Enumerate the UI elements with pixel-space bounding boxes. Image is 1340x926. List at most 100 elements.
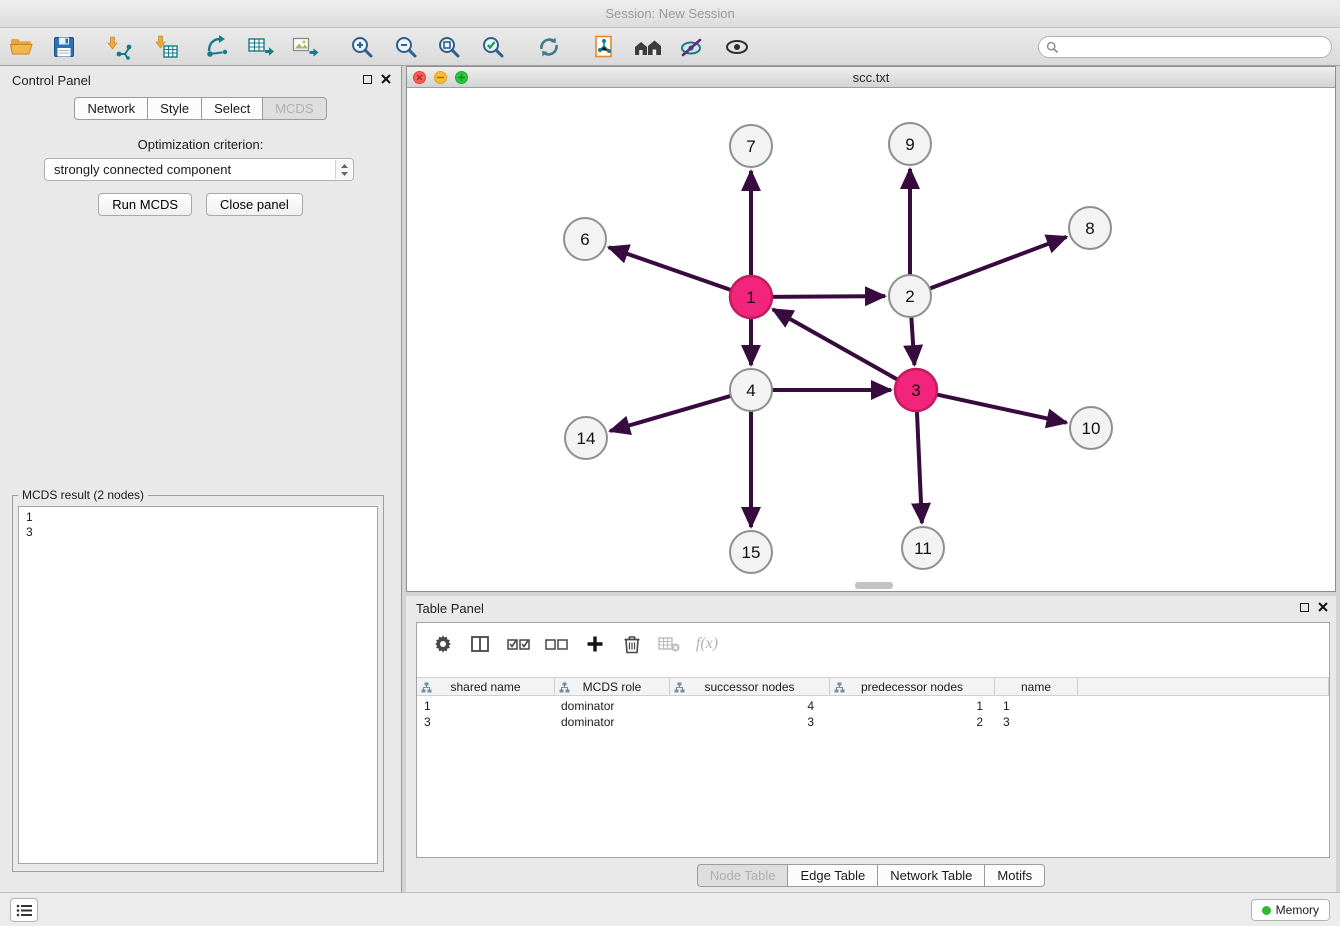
table-row[interactable]: 3 dominator 3 2 3 bbox=[417, 715, 1329, 731]
criterion-dropdown[interactable]: strongly connected component bbox=[44, 158, 354, 181]
refresh-layout-button[interactable] bbox=[533, 32, 565, 62]
graph-edge-2-3[interactable] bbox=[911, 315, 914, 365]
deselect-all-rows-button[interactable] bbox=[543, 631, 571, 657]
column-header-mcds-role[interactable]: MCDS role bbox=[555, 678, 670, 695]
memory-label: Memory bbox=[1276, 903, 1319, 917]
minimize-window-icon[interactable] bbox=[434, 71, 447, 84]
graph-edge-3-10[interactable] bbox=[935, 394, 1067, 423]
export-image-button[interactable] bbox=[289, 32, 321, 62]
select-all-rows-button[interactable] bbox=[505, 631, 533, 657]
svg-text:14: 14 bbox=[577, 429, 596, 448]
show-all-eye-icon bbox=[723, 34, 751, 60]
zoom-out-icon bbox=[393, 34, 419, 60]
zoom-window-icon[interactable] bbox=[455, 71, 468, 84]
close-panel-button[interactable]: Close panel bbox=[206, 193, 303, 216]
mcds-result-list[interactable]: 1 3 bbox=[18, 506, 378, 864]
graph-node-8[interactable]: 8 bbox=[1069, 207, 1111, 249]
open-file-button[interactable] bbox=[6, 32, 38, 62]
toolbar-search-box[interactable] bbox=[1038, 36, 1332, 58]
delete-column-button[interactable] bbox=[618, 631, 646, 657]
graph-node-4[interactable]: 4 bbox=[730, 369, 772, 411]
tab-style[interactable]: Style bbox=[147, 97, 201, 120]
tab-network[interactable]: Network bbox=[74, 97, 147, 120]
graph-node-7[interactable]: 7 bbox=[730, 125, 772, 167]
table-row[interactable]: 1 dominator 4 1 1 bbox=[417, 699, 1329, 715]
float-table-panel-icon[interactable] bbox=[1300, 603, 1309, 612]
table-panel-title: Table Panel bbox=[416, 601, 484, 616]
svg-text:1: 1 bbox=[746, 288, 755, 307]
window-title: Session: New Session bbox=[605, 6, 734, 21]
show-columns-button[interactable] bbox=[466, 631, 494, 657]
unchecked-boxes-icon bbox=[545, 635, 569, 653]
mcds-result-group: MCDS result (2 nodes) 1 3 bbox=[12, 495, 384, 872]
export-table-icon bbox=[247, 34, 275, 60]
new-network-from-selection-icon bbox=[592, 34, 618, 60]
svg-text:11: 11 bbox=[914, 539, 932, 558]
graph-node-14[interactable]: 14 bbox=[565, 417, 607, 459]
zoom-in-button[interactable] bbox=[346, 32, 378, 62]
columns-icon bbox=[470, 634, 490, 654]
zoom-selected-button[interactable] bbox=[477, 32, 509, 62]
graph-edge-1-2[interactable] bbox=[770, 296, 885, 297]
table-panel: Table Panel bbox=[406, 596, 1336, 892]
column-label: predecessor nodes bbox=[861, 680, 963, 694]
graph-node-3[interactable]: 3 bbox=[895, 369, 937, 411]
close-table-panel-icon[interactable] bbox=[1318, 602, 1328, 612]
gear-icon bbox=[433, 634, 453, 654]
run-mcds-button[interactable]: Run MCDS bbox=[98, 193, 192, 216]
graph-edge-2-8[interactable] bbox=[928, 237, 1067, 289]
save-session-button[interactable] bbox=[48, 32, 80, 62]
graph-edge-3-1[interactable] bbox=[773, 309, 900, 380]
tab-mcds[interactable]: MCDS bbox=[262, 97, 326, 120]
zoom-out-button[interactable] bbox=[390, 32, 422, 62]
function-builder-button-disabled[interactable]: f(x) bbox=[689, 631, 725, 657]
graph-edge-4-14[interactable] bbox=[610, 395, 733, 431]
zoom-in-icon bbox=[349, 34, 375, 60]
close-panel-icon[interactable] bbox=[381, 74, 391, 84]
export-network-button[interactable] bbox=[202, 32, 234, 62]
column-header-shared-name[interactable]: shared name bbox=[417, 678, 555, 695]
search-input[interactable] bbox=[1063, 40, 1331, 54]
graph-edge-1-6[interactable] bbox=[609, 247, 733, 290]
graph-node-15[interactable]: 15 bbox=[730, 531, 772, 573]
column-tree-icon bbox=[674, 682, 685, 693]
column-header-predecessor-nodes[interactable]: predecessor nodes bbox=[830, 678, 995, 695]
tab-edge-table[interactable]: Edge Table bbox=[787, 864, 877, 887]
float-panel-icon[interactable] bbox=[363, 75, 372, 84]
hide-selected-button[interactable] bbox=[676, 32, 708, 62]
graph-node-11[interactable]: 11 bbox=[902, 527, 944, 569]
add-column-button[interactable] bbox=[581, 631, 609, 657]
tab-node-table[interactable]: Node Table bbox=[697, 864, 788, 887]
column-tree-icon bbox=[559, 682, 570, 693]
graph-node-9[interactable]: 9 bbox=[889, 123, 931, 165]
tab-network-table[interactable]: Network Table bbox=[877, 864, 984, 887]
column-header-name[interactable]: name bbox=[995, 678, 1078, 695]
cell-mcds-role: dominator bbox=[555, 699, 670, 715]
memory-button[interactable]: Memory bbox=[1251, 899, 1330, 921]
export-table-button[interactable] bbox=[245, 32, 277, 62]
table-settings-button[interactable] bbox=[429, 631, 457, 657]
graph-node-10[interactable]: 10 bbox=[1070, 407, 1112, 449]
zoom-fit-button[interactable] bbox=[433, 32, 465, 62]
node-table-container: f(x) shared name MCDS role successor nod… bbox=[416, 622, 1330, 858]
network-window-titlebar[interactable]: scc.txt bbox=[407, 67, 1335, 88]
first-neighbors-button[interactable] bbox=[632, 32, 664, 62]
column-header-successor-nodes[interactable]: successor nodes bbox=[670, 678, 830, 695]
graph-edge-3-11[interactable] bbox=[917, 409, 922, 523]
import-table-button[interactable] bbox=[150, 32, 182, 62]
graph-node-2[interactable]: 2 bbox=[889, 275, 931, 317]
canvas-horizontal-scrollbar[interactable] bbox=[855, 582, 893, 589]
show-panels-button[interactable] bbox=[10, 898, 38, 922]
close-window-icon[interactable] bbox=[413, 71, 426, 84]
show-all-button[interactable] bbox=[721, 32, 753, 62]
network-canvas[interactable]: 1 2 3 4 6 7 8 9 10 11 14 15 bbox=[407, 88, 1335, 591]
graph-node-6[interactable]: 6 bbox=[564, 218, 606, 260]
new-network-from-selection-button[interactable] bbox=[589, 32, 621, 62]
tab-select[interactable]: Select bbox=[201, 97, 262, 120]
graph-node-1[interactable]: 1 bbox=[730, 276, 772, 318]
delete-table-button-disabled[interactable] bbox=[655, 631, 683, 657]
import-network-button[interactable] bbox=[102, 32, 134, 62]
control-panel-title: Control Panel bbox=[12, 73, 91, 88]
export-image-icon bbox=[291, 34, 319, 60]
tab-motifs[interactable]: Motifs bbox=[984, 864, 1045, 887]
